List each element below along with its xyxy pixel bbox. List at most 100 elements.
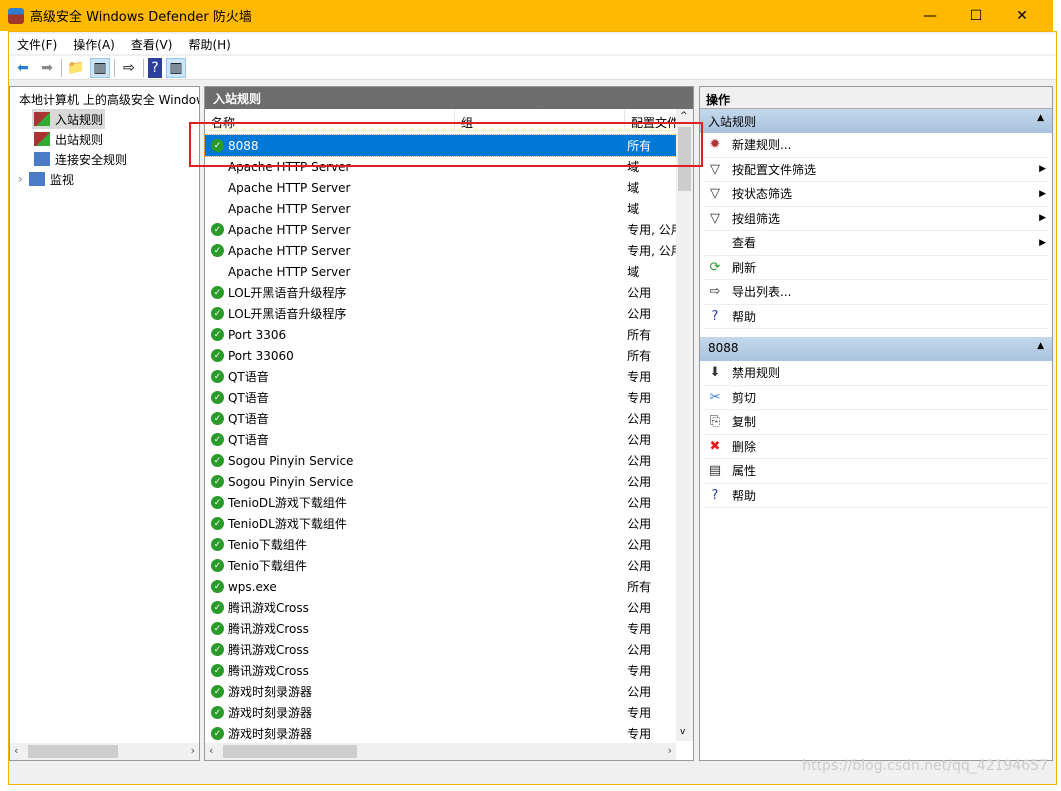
minimize-button[interactable]: — (907, 0, 953, 31)
horizontal-scrollbar[interactable]: ‹ › (10, 743, 199, 760)
enabled-check-icon: ✓ (211, 433, 224, 446)
rule-row[interactable]: ✓ LOL开黑语音升级程序 公用 (205, 303, 677, 324)
maximize-button[interactable]: ☐ (953, 0, 999, 31)
rule-name: Apache HTTP Server (227, 222, 351, 237)
rule-profile: 公用 (627, 412, 652, 426)
enabled-check-icon: ✓ (211, 559, 224, 572)
rule-row[interactable]: ✓ wps.exe 所有 (205, 576, 677, 597)
rule-row[interactable]: ✓ 腾讯游戏Cross 公用 (205, 639, 677, 660)
horizontal-scrollbar[interactable]: ‹ › (205, 743, 676, 760)
separator (61, 58, 62, 77)
action-item[interactable]: ⇨ 导出列表... (704, 280, 1048, 305)
rule-row[interactable]: ✓ Apache HTTP Server 专用, 公用 (205, 219, 677, 240)
rule-row[interactable]: Apache HTTP Server 域 (205, 198, 677, 219)
rule-row[interactable]: ✓ QT语音 专用 (205, 387, 677, 408)
rule-row[interactable]: ✓ QT语音 公用 (205, 408, 677, 429)
menu-bar: 文件(F) 操作(A) 查看(V) 帮助(H) (9, 34, 1056, 54)
rule-profile: 公用 (627, 475, 652, 489)
rule-row[interactable]: ✓ Tenio下载组件 公用 (205, 555, 677, 576)
rule-row[interactable]: ✓ Sogou Pinyin Service 公用 (205, 471, 677, 492)
tree-root[interactable]: 本地计算机 上的高级安全 Windows Defender 防火墙 (10, 89, 199, 109)
rule-profile: 公用 (627, 454, 652, 468)
rule-name: Sogou Pinyin Service (227, 474, 354, 489)
rule-profile: 公用 (627, 538, 652, 552)
rule-name: Apache HTTP Server (227, 264, 351, 279)
action-item[interactable]: 查看 ▶ (704, 231, 1048, 256)
rule-row[interactable]: Apache HTTP Server 域 (205, 261, 677, 282)
rule-row[interactable]: ✓ 游戏时刻录游器 公用 (205, 681, 677, 702)
rule-row[interactable]: ✓ 腾讯游戏Cross 公用 (205, 597, 677, 618)
action-item[interactable]: ⎘ 复制 (704, 410, 1048, 435)
rule-profile: 公用 (627, 601, 652, 615)
action-item[interactable]: ▽ 按状态筛选 ▶ (704, 182, 1048, 207)
up-folder-icon[interactable]: 📁 (66, 58, 86, 78)
action-item[interactable]: ⬇ 禁用规则 (704, 361, 1048, 386)
collapse-icon[interactable]: ▲ (1037, 341, 1044, 357)
rule-row[interactable]: ✓ 腾讯游戏Cross 专用 (205, 660, 677, 681)
rule-name: QT语音 (227, 433, 269, 447)
watermark: https://blog.csdn.net/qq_42194657 (802, 758, 1048, 774)
rule-row[interactable]: ✓ 腾讯游戏Cross 专用 (205, 618, 677, 639)
rule-row[interactable]: ✓ 游戏时刻录游器 专用 (205, 723, 677, 744)
help-icon[interactable]: ? (148, 57, 162, 78)
tree-item-outbound[interactable]: 出站规则 (10, 129, 199, 149)
close-button[interactable]: ✕ (999, 0, 1045, 31)
rule-name: QT语音 (227, 370, 269, 384)
tree-item-connection-security[interactable]: 连接安全规则 (10, 149, 199, 169)
tree-item-monitor[interactable]: › 监视 (10, 169, 199, 189)
rule-row[interactable]: ✓ Port 3306 所有 (205, 324, 677, 345)
rule-profile: 专用 (627, 370, 652, 384)
vertical-scrollbar[interactable]: ^ v (676, 109, 693, 741)
action-item[interactable]: ✂ 剪切 (704, 386, 1048, 410)
enabled-check-icon: ✓ (211, 328, 224, 341)
show-action-pane-icon[interactable]: ▥ (166, 57, 186, 78)
tree-item-inbound[interactable]: 入站规则 (10, 109, 199, 129)
rule-profile: 所有 (627, 580, 652, 594)
new-rule-icon: ✹ (709, 137, 721, 153)
action-item[interactable]: ? 帮助 (704, 484, 1048, 508)
rule-row[interactable]: ✓ LOL开黑语音升级程序 公用 (205, 282, 677, 303)
submenu-arrow-icon: ▶ (1039, 164, 1046, 175)
rule-name: Apache HTTP Server (227, 180, 351, 195)
menu-help[interactable]: 帮助(H) (180, 34, 238, 54)
rule-row[interactable]: Apache HTTP Server 域 (205, 177, 677, 198)
menu-view[interactable]: 查看(V) (123, 34, 181, 54)
action-item[interactable]: ▤ 属性 (704, 459, 1048, 484)
rule-row[interactable]: ✓ Port 33060 所有 (205, 345, 677, 366)
export-icon[interactable]: ⇨ (119, 58, 139, 78)
rule-profile: 公用 (627, 496, 652, 510)
back-icon[interactable]: ⬅ (13, 58, 33, 78)
rules-pane: 入站规则 名称 组 配置文件 ^ ✓ 8088 所有 Apache HTTP Serv… (204, 86, 694, 761)
action-item[interactable]: ✖ 删除 (704, 435, 1048, 459)
submenu-arrow-icon: ▶ (1039, 213, 1046, 224)
menu-action[interactable]: 操作(A) (65, 34, 123, 54)
show-tree-icon[interactable]: ▥ (90, 57, 110, 78)
action-label: 按状态筛选 (732, 187, 793, 202)
action-item[interactable]: ✹ 新建规则... (704, 133, 1048, 158)
action-item[interactable]: ▽ 按配置文件筛选 ▶ (704, 158, 1048, 182)
expand-chevron-icon[interactable]: › (18, 172, 23, 186)
action-item[interactable]: ⟳ 刷新 (704, 256, 1048, 280)
rule-row[interactable]: ✓ QT语音 公用 (205, 429, 677, 450)
action-item[interactable]: ▽ 按组筛选 ▶ (704, 207, 1048, 231)
action-item[interactable]: ? 帮助 (704, 305, 1048, 329)
actions-section-header[interactable]: 入站规则 ▲ (700, 109, 1052, 133)
rule-row[interactable]: ✓ TenioDL游戏下载组件 公用 (205, 513, 677, 534)
rule-name: Port 33060 (227, 348, 294, 363)
rule-row[interactable]: ✓ Tenio下载组件 公用 (205, 534, 677, 555)
rule-row[interactable]: ✓ Sogou Pinyin Service 公用 (205, 450, 677, 471)
rule-row[interactable]: ✓ Apache HTTP Server 专用, 公用 (205, 240, 677, 261)
collapse-icon[interactable]: ▲ (1037, 113, 1044, 129)
rule-row[interactable]: ✓ TenioDL游戏下载组件 公用 (205, 492, 677, 513)
rule-profile: 域 (627, 202, 640, 216)
rule-name: Sogou Pinyin Service (227, 453, 354, 468)
rule-row[interactable]: ✓ 游戏时刻录游器 专用 (205, 702, 677, 723)
rule-profile: 公用 (627, 286, 652, 300)
rule-row[interactable]: ✓ QT语音 专用 (205, 366, 677, 387)
rule-profile: 专用 (627, 391, 652, 405)
actions-section-header[interactable]: 8088 ▲ (700, 337, 1052, 361)
forward-icon[interactable]: ➡ (37, 58, 57, 78)
delete-icon: ✖ (709, 438, 721, 454)
enabled-check-icon: ✓ (211, 538, 224, 551)
menu-file[interactable]: 文件(F) (9, 34, 65, 54)
